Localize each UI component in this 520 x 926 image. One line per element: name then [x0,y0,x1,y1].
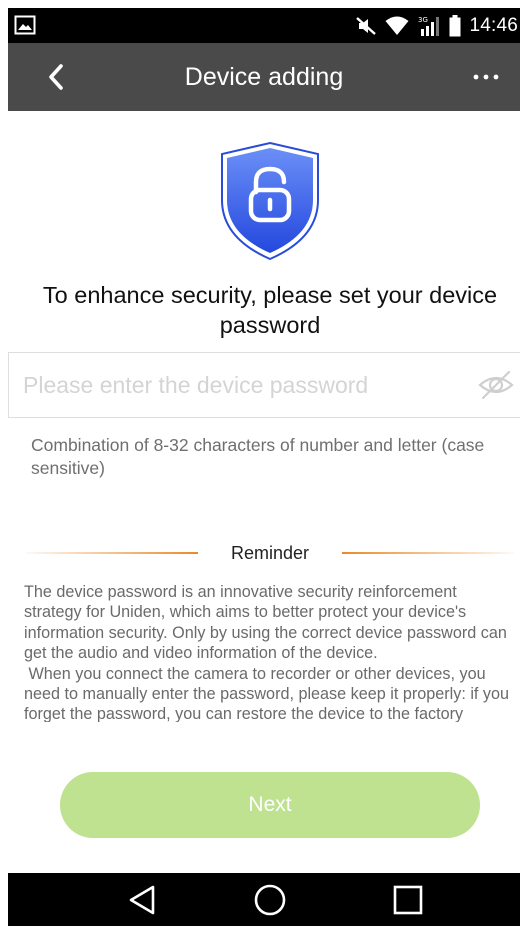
screen: 3G 14:46 Device adding To enhance securi… [0,0,520,926]
svg-text:3G: 3G [418,16,428,24]
divider-line-left [26,552,198,554]
status-icons: 3G 14:46 [355,8,518,43]
security-heading: To enhance security, please set your dev… [42,282,498,338]
status-bar: 3G 14:46 [8,8,520,43]
divider-line-right [342,552,514,554]
mute-icon [356,16,377,35]
reminder-label: Reminder [230,543,310,563]
page-title: Device adding [184,63,344,91]
nav-home-button[interactable] [246,879,294,921]
recents-square-icon [393,885,423,915]
home-circle-icon [254,884,286,916]
navigation-bar [8,873,520,926]
signal-3g-icon: 3G [418,16,440,36]
eye-off-icon [478,370,514,400]
password-hint: Combination of 8-32 characters of number… [31,435,485,478]
password-field [8,352,520,418]
reminder-text: The device password is an innovative sec… [24,582,518,722]
nav-recents-button[interactable] [384,879,432,921]
wifi-icon [385,16,409,35]
shield-lock-icon [221,141,319,261]
status-time: 14:46 [469,14,518,36]
security-shield [219,140,321,262]
reminder-paragraph: When you connect the camera to recorder … [24,664,510,722]
battery-icon [449,14,461,36]
reminder-divider: Reminder [0,540,520,566]
reminder-paragraph: The device password is an innovative sec… [24,583,507,663]
gallery-icon [14,15,36,35]
app-bar: Device adding [8,43,520,111]
more-horizontal-icon [473,74,499,80]
more-button[interactable] [466,57,506,97]
nav-back-button[interactable] [118,879,166,921]
password-visibility-toggle[interactable] [476,367,516,403]
password-input[interactable] [23,353,463,417]
back-triangle-icon [129,885,155,915]
next-button[interactable]: Next [60,772,480,838]
